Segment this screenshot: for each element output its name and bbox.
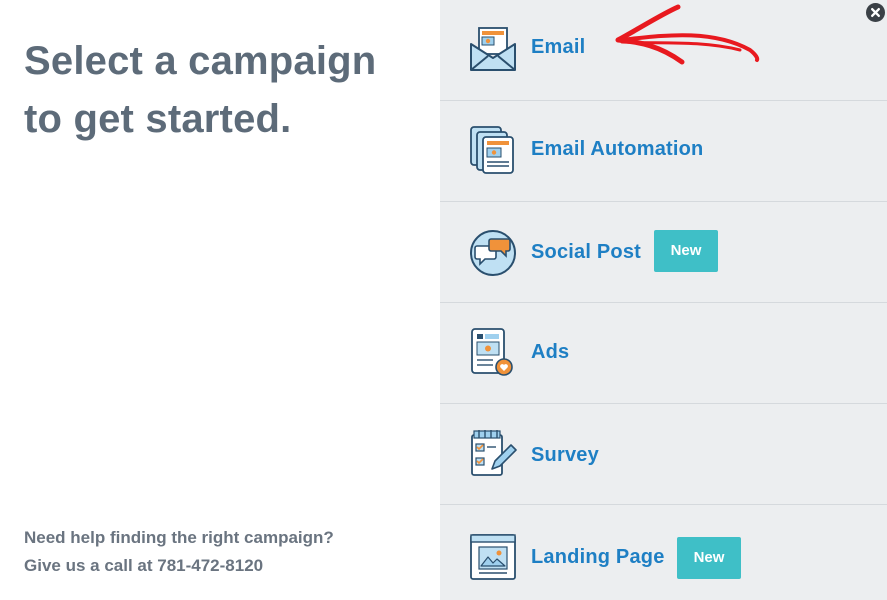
page-title-line-1: Select a campaign [24,39,377,83]
page-title-line-2: to get started. [24,97,292,141]
campaign-item-email[interactable]: Email [440,0,887,101]
survey-icon [468,429,518,479]
ads-icon [468,327,518,377]
close-icon[interactable] [866,3,885,22]
campaign-item-ads[interactable]: Ads [440,303,887,404]
campaign-item-email-automation[interactable]: Email Automation [440,101,887,202]
intro-panel: Select a campaign to get started. Need h… [0,0,440,600]
help-text: Need help finding the right campaign? Gi… [24,524,424,580]
campaign-item-social-post[interactable]: Social Post New [440,202,887,303]
campaign-label-social-post: Social Post [531,241,642,263]
campaign-label-survey: Survey [531,444,599,466]
campaign-label-ads: Ads [531,341,570,363]
campaign-label-email-automation: Email Automation [531,138,704,160]
campaign-item-survey[interactable]: Survey [440,404,887,505]
campaign-label-landing-page: Landing Page [531,546,665,568]
campaign-list: Email Email Automation Social Post New A… [440,0,887,600]
email-icon [468,24,518,74]
email-automation-icon [468,125,518,175]
campaign-label-email: Email [531,36,586,58]
landing-page-icon [468,532,518,582]
page-title: Select a campaign to get started. [24,32,424,148]
help-text-line-1: Need help finding the right campaign? [24,528,334,547]
new-badge: New [677,537,741,579]
social-post-icon [468,228,518,278]
new-badge: New [654,230,718,272]
help-text-line-2: Give us a call at 781-472-8120 [24,556,264,575]
campaign-item-landing-page[interactable]: Landing Page New [440,506,887,600]
